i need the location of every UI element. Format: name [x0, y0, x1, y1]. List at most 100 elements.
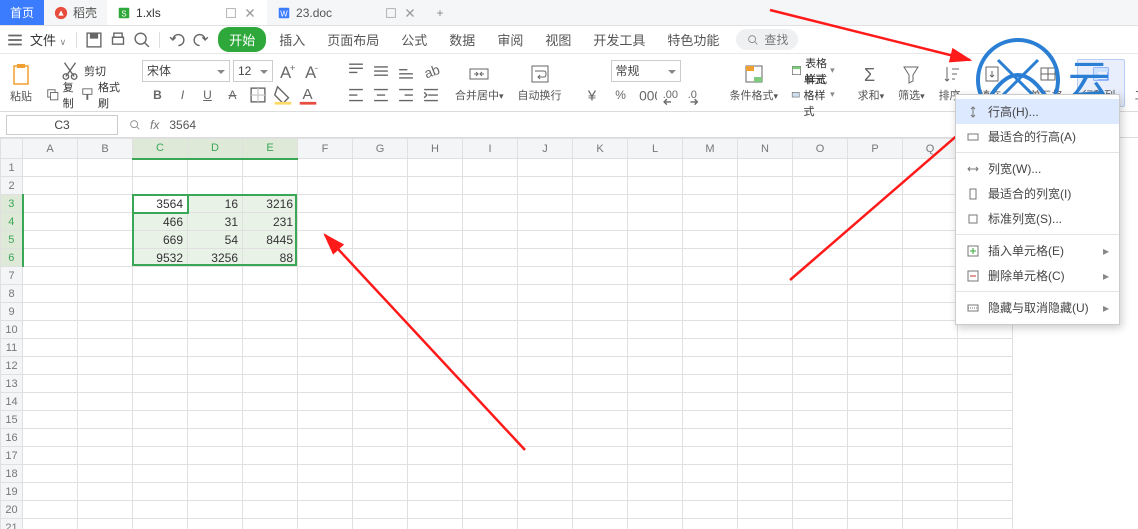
undo-icon[interactable]	[166, 29, 188, 51]
cell[interactable]	[298, 285, 353, 303]
cell[interactable]	[133, 465, 188, 483]
cell[interactable]	[903, 375, 958, 393]
cell[interactable]	[463, 177, 518, 195]
cell[interactable]	[463, 519, 518, 529]
cell[interactable]	[848, 519, 903, 529]
cell[interactable]	[683, 375, 738, 393]
format-painter-icon[interactable]	[80, 84, 95, 106]
cell[interactable]	[188, 501, 243, 519]
cell[interactable]	[518, 393, 573, 411]
cell[interactable]	[78, 465, 133, 483]
cell[interactable]	[628, 303, 683, 321]
cell[interactable]	[518, 447, 573, 465]
ribbon-tab-layout[interactable]: 页面布局	[318, 27, 388, 52]
col-header[interactable]: D	[188, 139, 243, 159]
cell[interactable]	[298, 429, 353, 447]
cell[interactable]	[353, 501, 408, 519]
indent-icon[interactable]	[420, 84, 442, 106]
cell[interactable]	[903, 321, 958, 339]
cell[interactable]	[353, 375, 408, 393]
cell[interactable]	[738, 321, 793, 339]
cell[interactable]	[78, 303, 133, 321]
cell[interactable]	[683, 321, 738, 339]
ribbon-tab-formula[interactable]: 公式	[392, 27, 436, 52]
cell[interactable]	[518, 303, 573, 321]
cell[interactable]	[188, 267, 243, 285]
cell[interactable]	[958, 483, 1013, 501]
increase-decimal-icon[interactable]: .00	[660, 84, 682, 106]
cell[interactable]	[463, 375, 518, 393]
comma-icon[interactable]: 000	[635, 84, 657, 106]
cell[interactable]	[573, 285, 628, 303]
currency-icon[interactable]: ¥	[585, 84, 607, 106]
cell[interactable]	[628, 321, 683, 339]
cell[interactable]	[133, 447, 188, 465]
cell[interactable]	[298, 249, 353, 267]
cell[interactable]	[463, 231, 518, 249]
cell[interactable]	[353, 393, 408, 411]
cell[interactable]	[353, 447, 408, 465]
cell[interactable]	[738, 231, 793, 249]
cell[interactable]	[793, 483, 848, 501]
cell[interactable]	[738, 375, 793, 393]
cell[interactable]	[628, 159, 683, 177]
ribbon-tab-review[interactable]: 审阅	[488, 27, 532, 52]
spreadsheet[interactable]: ABCDEFGHIJKLMNOPQR 123356416321644663123…	[0, 138, 1013, 529]
cell[interactable]	[518, 249, 573, 267]
cell[interactable]	[738, 411, 793, 429]
cell[interactable]	[903, 195, 958, 213]
cell[interactable]	[353, 519, 408, 529]
cell[interactable]	[738, 159, 793, 177]
cell[interactable]	[353, 411, 408, 429]
cell[interactable]	[628, 267, 683, 285]
cell[interactable]	[243, 519, 298, 529]
cell[interactable]	[188, 429, 243, 447]
cell[interactable]	[628, 285, 683, 303]
cell[interactable]	[738, 447, 793, 465]
cell[interactable]	[298, 465, 353, 483]
worksheet-button[interactable]: 工作表▾	[1131, 59, 1138, 107]
cell[interactable]	[683, 303, 738, 321]
cell[interactable]	[463, 213, 518, 231]
row-header[interactable]: 10	[1, 321, 23, 339]
cell[interactable]	[78, 429, 133, 447]
fx-icon[interactable]: fx	[150, 118, 159, 132]
cell[interactable]	[958, 393, 1013, 411]
cell[interactable]	[188, 339, 243, 357]
cell[interactable]	[133, 393, 188, 411]
cell[interactable]	[298, 501, 353, 519]
cell[interactable]	[188, 159, 243, 177]
borders-icon[interactable]	[247, 84, 269, 106]
cell[interactable]	[188, 465, 243, 483]
cell[interactable]	[408, 285, 463, 303]
row-header[interactable]: 19	[1, 483, 23, 501]
cell[interactable]	[848, 267, 903, 285]
cell[interactable]	[23, 429, 78, 447]
cell[interactable]	[683, 519, 738, 529]
cell[interactable]	[243, 411, 298, 429]
cell[interactable]: 669	[133, 231, 188, 249]
cell[interactable]	[243, 321, 298, 339]
table-style-icon[interactable]	[791, 60, 802, 82]
cell[interactable]	[298, 321, 353, 339]
cell[interactable]	[518, 177, 573, 195]
cell[interactable]	[243, 483, 298, 501]
cell[interactable]	[573, 411, 628, 429]
cell[interactable]	[848, 231, 903, 249]
cell[interactable]	[23, 483, 78, 501]
cell[interactable]	[78, 483, 133, 501]
ctx-insert-cells[interactable]: 插入单元格(E)▸	[956, 238, 1119, 263]
cell[interactable]	[78, 375, 133, 393]
cell[interactable]	[188, 177, 243, 195]
cond-format-button[interactable]: 条件格式▾	[726, 59, 783, 107]
cell[interactable]	[463, 195, 518, 213]
cell[interactable]	[793, 393, 848, 411]
font-name-select[interactable]: 宋体	[142, 60, 230, 82]
col-header[interactable]: F	[298, 139, 353, 159]
cell[interactable]	[408, 159, 463, 177]
cell[interactable]	[628, 447, 683, 465]
cell[interactable]	[848, 393, 903, 411]
cell[interactable]: 3256	[188, 249, 243, 267]
cell[interactable]	[848, 465, 903, 483]
ribbon-tab-view[interactable]: 视图	[536, 27, 580, 52]
